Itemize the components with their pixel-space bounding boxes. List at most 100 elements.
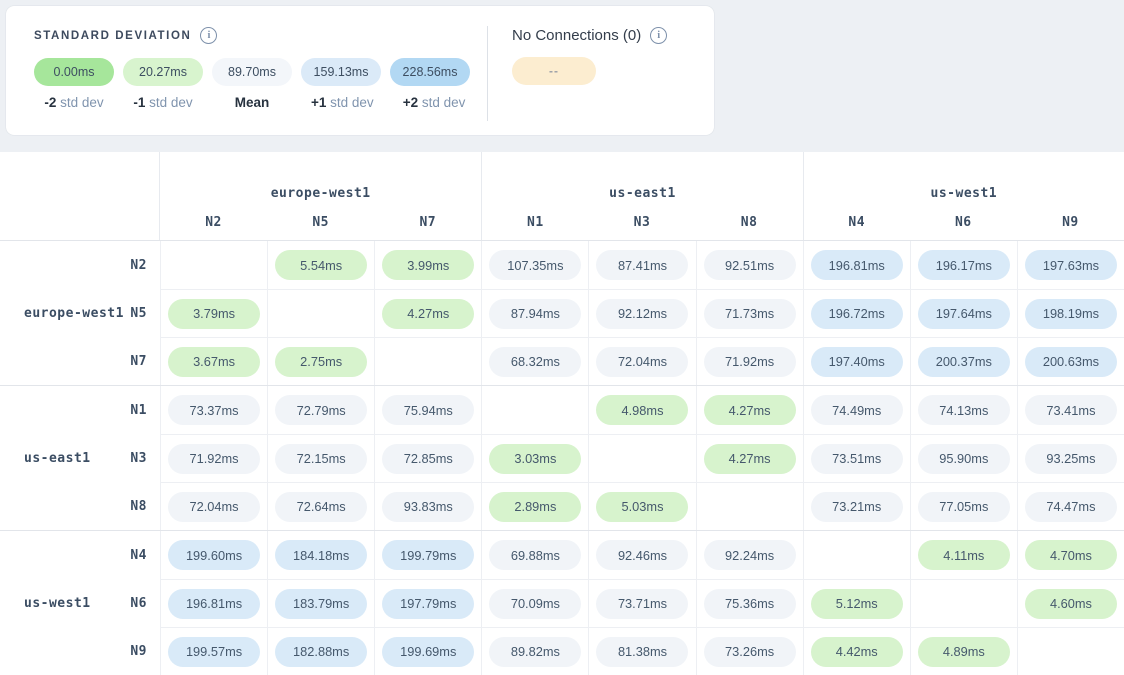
latency-pill-N8-N7[interactable]: 93.83ms xyxy=(382,492,474,522)
latency-pill-N4-N7[interactable]: 199.79ms xyxy=(382,540,474,570)
latency-pill-N3-N8[interactable]: 4.27ms xyxy=(704,444,796,474)
latency-pill-N5-N8[interactable]: 71.73ms xyxy=(704,299,796,329)
latency-pill-N2-N9[interactable]: 197.63ms xyxy=(1025,250,1117,280)
latency-pill-N9-N5[interactable]: 182.88ms xyxy=(275,637,367,667)
latency-pill-N7-N1[interactable]: 68.32ms xyxy=(489,347,581,377)
cell-N5-N6: 197.64ms xyxy=(910,289,1017,337)
latency-pill-N8-N9[interactable]: 74.47ms xyxy=(1025,492,1117,522)
latency-pill-N5-N1[interactable]: 87.94ms xyxy=(489,299,581,329)
cell-N3-N4: 73.51ms xyxy=(803,434,910,482)
latency-pill-N7-N2[interactable]: 3.67ms xyxy=(168,347,260,377)
latency-pill-N4-N3[interactable]: 92.46ms xyxy=(596,540,688,570)
latency-pill-N8-N5[interactable]: 72.64ms xyxy=(275,492,367,522)
latency-pill-N2-N6[interactable]: 196.17ms xyxy=(918,250,1010,280)
latency-pill-N3-N7[interactable]: 72.85ms xyxy=(382,444,474,474)
latency-pill-N5-N6[interactable]: 197.64ms xyxy=(918,299,1010,329)
latency-pill-N3-N9[interactable]: 93.25ms xyxy=(1025,444,1117,474)
latency-pill-N6-N7[interactable]: 197.79ms xyxy=(382,589,474,619)
cell-N4-N1: 69.88ms xyxy=(481,531,588,579)
latency-pill-N3-N1[interactable]: 3.03ms xyxy=(489,444,581,474)
latency-pill-N8-N4[interactable]: 73.21ms xyxy=(811,492,903,522)
latency-pill-N1-N7[interactable]: 75.94ms xyxy=(382,395,474,425)
latency-pill-N5-N3[interactable]: 92.12ms xyxy=(596,299,688,329)
col-header-N3: N3 xyxy=(588,204,695,240)
cell-N2-N4: 196.81ms xyxy=(803,241,910,289)
latency-pill-N7-N9[interactable]: 200.63ms xyxy=(1025,347,1117,377)
latency-pill-N1-N4[interactable]: 74.49ms xyxy=(811,395,903,425)
cell-N7-N7 xyxy=(374,337,481,385)
row-group-europe-west1: N25.54ms3.99ms107.35ms87.41ms92.51ms196.… xyxy=(0,240,1124,385)
latency-pill-N3-N2[interactable]: 71.92ms xyxy=(168,444,260,474)
latency-pill-N3-N5[interactable]: 72.15ms xyxy=(275,444,367,474)
latency-pill-N9-N7[interactable]: 199.69ms xyxy=(382,637,474,667)
latency-pill-N1-N9[interactable]: 73.41ms xyxy=(1025,395,1117,425)
row-group-us-east1: N1 73.37ms 72.79ms 75.94ms 4.98ms 4.27ms 74.49… xyxy=(0,385,1124,530)
latency-pill-N4-N1[interactable]: 69.88ms xyxy=(489,540,581,570)
latency-pill-N6-N9[interactable]: 4.60ms xyxy=(1025,589,1117,619)
latency-pill-N4-N5[interactable]: 184.18ms xyxy=(275,540,367,570)
latency-pill-N6-N1[interactable]: 70.09ms xyxy=(489,589,581,619)
latency-pill-N2-N3[interactable]: 87.41ms xyxy=(596,250,688,280)
latency-pill-N2-N5[interactable]: 5.54ms xyxy=(275,250,367,280)
cell-N5-N1: 87.94ms xyxy=(481,289,588,337)
latency-pill-N6-N5[interactable]: 183.79ms xyxy=(275,589,367,619)
latency-pill-N9-N8[interactable]: 73.26ms xyxy=(704,637,796,667)
no-connections-label: No Connections (0) xyxy=(512,27,641,44)
latency-pill-N8-N6[interactable]: 77.05ms xyxy=(918,492,1010,522)
latency-pill-N4-N8[interactable]: 92.24ms xyxy=(704,540,796,570)
latency-pill-N9-N2[interactable]: 199.57ms xyxy=(168,637,260,667)
latency-pill-N8-N3[interactable]: 5.03ms xyxy=(596,492,688,522)
latency-pill-N3-N6[interactable]: 95.90ms xyxy=(918,444,1010,474)
cell-N1-N7: 75.94ms xyxy=(374,386,481,434)
cell-N2-N5: 5.54ms xyxy=(267,241,374,289)
cell-N1-N4: 74.49ms xyxy=(803,386,910,434)
latency-pill-N4-N6[interactable]: 4.11ms xyxy=(918,540,1010,570)
latency-pill-N5-N2[interactable]: 3.79ms xyxy=(168,299,260,329)
latency-pill-N9-N4[interactable]: 4.42ms xyxy=(811,637,903,667)
latency-pill-N7-N8[interactable]: 71.92ms xyxy=(704,347,796,377)
latency-pill-N5-N9[interactable]: 198.19ms xyxy=(1025,299,1117,329)
latency-matrix: europe-west1us-east1us-west1N2N5N7N1N3N8… xyxy=(0,152,1124,675)
latency-pill-N7-N3[interactable]: 72.04ms xyxy=(596,347,688,377)
cell-N3-N9: 93.25ms xyxy=(1017,434,1124,482)
latency-pill-N6-N3[interactable]: 73.71ms xyxy=(596,589,688,619)
latency-pill-N9-N1[interactable]: 89.82ms xyxy=(489,637,581,667)
latency-pill-N8-N1[interactable]: 2.89ms xyxy=(489,492,581,522)
cell-N2-N1: 107.35ms xyxy=(481,241,588,289)
cell-N6-N6 xyxy=(910,579,1017,627)
latency-pill-N2-N4[interactable]: 196.81ms xyxy=(811,250,903,280)
legend-pill: 159.13ms xyxy=(301,58,381,86)
latency-pill-N7-N5[interactable]: 2.75ms xyxy=(275,347,367,377)
cell-N9-N1: 89.82ms xyxy=(481,627,588,675)
latency-pill-N2-N8[interactable]: 92.51ms xyxy=(704,250,796,280)
latency-pill-N6-N4[interactable]: 5.12ms xyxy=(811,589,903,619)
latency-pill-N1-N2[interactable]: 73.37ms xyxy=(168,395,260,425)
latency-pill-N7-N6[interactable]: 200.37ms xyxy=(918,347,1010,377)
latency-pill-N3-N4[interactable]: 73.51ms xyxy=(811,444,903,474)
info-icon[interactable]: i xyxy=(200,27,217,44)
latency-pill-N7-N4[interactable]: 197.40ms xyxy=(811,347,903,377)
latency-pill-N9-N3[interactable]: 81.38ms xyxy=(596,637,688,667)
no-connections-section: No Connections (0) i -- xyxy=(488,6,714,135)
latency-pill-N8-N2[interactable]: 72.04ms xyxy=(168,492,260,522)
latency-pill-N2-N7[interactable]: 3.99ms xyxy=(382,250,474,280)
latency-pill-N2-N1[interactable]: 107.35ms xyxy=(489,250,581,280)
latency-pill-N1-N5[interactable]: 72.79ms xyxy=(275,395,367,425)
latency-pill-N4-N9[interactable]: 4.70ms xyxy=(1025,540,1117,570)
row-node-label: N1 xyxy=(130,403,147,418)
cell-N6-N2: 196.81ms xyxy=(160,579,267,627)
row-node-label: N6 xyxy=(130,596,147,611)
latency-pill-N9-N6[interactable]: 4.89ms xyxy=(918,637,1010,667)
latency-pill-N6-N8[interactable]: 75.36ms xyxy=(704,589,796,619)
cell-N7-N8: 71.92ms xyxy=(696,337,803,385)
cell-N4-N8: 92.24ms xyxy=(696,531,803,579)
info-icon[interactable]: i xyxy=(650,27,667,44)
latency-pill-N4-N2[interactable]: 199.60ms xyxy=(168,540,260,570)
latency-pill-N6-N2[interactable]: 196.81ms xyxy=(168,589,260,619)
latency-pill-N5-N4[interactable]: 196.72ms xyxy=(811,299,903,329)
latency-pill-N1-N3[interactable]: 4.98ms xyxy=(596,395,688,425)
latency-pill-N1-N6[interactable]: 74.13ms xyxy=(918,395,1010,425)
latency-pill-N1-N8[interactable]: 4.27ms xyxy=(704,395,796,425)
cell-N2-N6: 196.17ms xyxy=(910,241,1017,289)
latency-pill-N5-N7[interactable]: 4.27ms xyxy=(382,299,474,329)
